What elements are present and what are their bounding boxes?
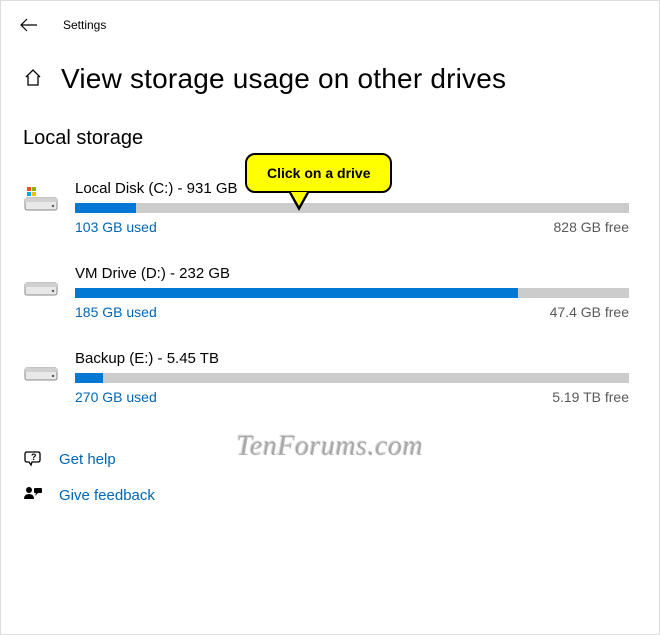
home-icon [23, 68, 45, 91]
titlebar: Settings [1, 1, 659, 45]
drive-free: 47.4 GB free [550, 304, 629, 320]
drive-usage-bar [75, 288, 629, 298]
give-feedback-link[interactable]: Give feedback [23, 477, 637, 513]
window-title: Settings [63, 18, 106, 32]
drive-body: VM Drive (D:) - 232 GB 185 GB used 47.4 … [67, 265, 637, 320]
drive-stats: 185 GB used 47.4 GB free [75, 304, 629, 320]
link-label: Get help [59, 451, 116, 468]
back-button[interactable] [19, 15, 39, 35]
get-help-link[interactable]: ? Get help [23, 441, 637, 477]
drive-free: 828 GB free [554, 219, 630, 235]
callout-label: Click on a drive [245, 153, 392, 193]
drive-usage-fill [75, 203, 136, 213]
help-icon: ? [23, 449, 45, 469]
page-title: View storage usage on other drives [61, 63, 506, 95]
drive-icon [23, 265, 67, 304]
link-label: Give feedback [59, 487, 155, 504]
svg-text:?: ? [31, 452, 37, 462]
drive-item[interactable]: VM Drive (D:) - 232 GB 185 GB used 47.4 … [23, 253, 637, 338]
drive-used: 185 GB used [75, 304, 157, 320]
drive-label: Backup (E:) - 5.45 TB [75, 350, 629, 367]
page-header: View storage usage on other drives [1, 45, 659, 109]
drive-used: 270 GB used [75, 389, 157, 405]
drive-usage-fill [75, 288, 518, 298]
drive-icon [23, 180, 67, 219]
drive-body: Backup (E:) - 5.45 TB 270 GB used 5.19 T… [67, 350, 637, 405]
drive-used: 103 GB used [75, 219, 157, 235]
drive-label: VM Drive (D:) - 232 GB [75, 265, 629, 282]
drive-usage-fill [75, 373, 103, 383]
drive-free: 5.19 TB free [552, 389, 629, 405]
callout-annotation: Click on a drive [245, 153, 392, 211]
help-links: ? Get help Give feedback [1, 423, 659, 531]
drive-stats: 270 GB used 5.19 TB free [75, 389, 629, 405]
drive-usage-bar [75, 373, 629, 383]
drive-stats: 103 GB used 828 GB free [75, 219, 629, 235]
drive-icon [23, 350, 67, 389]
feedback-icon [23, 485, 45, 505]
drive-item[interactable]: Backup (E:) - 5.45 TB 270 GB used 5.19 T… [23, 338, 637, 423]
back-arrow-icon [20, 18, 38, 32]
